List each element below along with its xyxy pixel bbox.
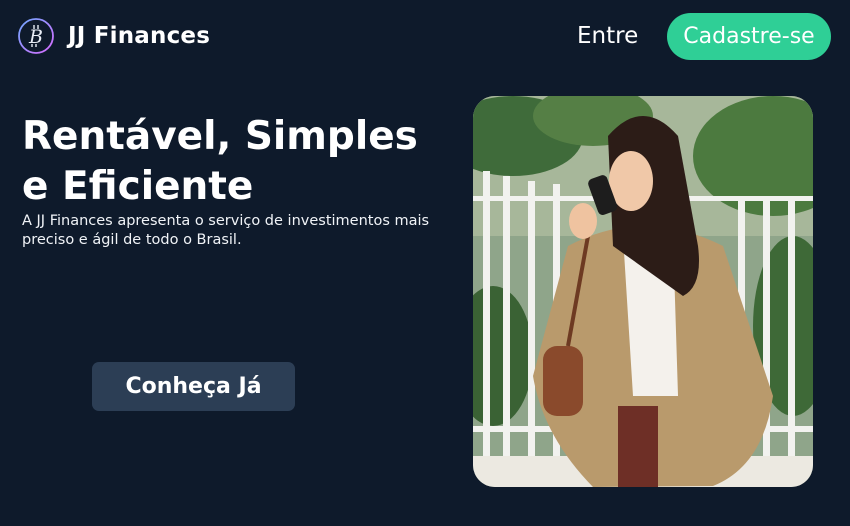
hero-photo [473,96,813,487]
brand-name[interactable]: JJ Finances [68,20,210,52]
learn-more-button[interactable]: Conheça Já [92,362,295,411]
login-link[interactable]: Entre [577,20,638,52]
bitcoin-logo-icon[interactable]: B [16,16,56,56]
hero-headline: Rentável, Simples e Eficiente [22,114,418,209]
woman-on-phone-image [473,96,813,487]
signup-button[interactable]: Cadastre-se [667,13,831,60]
hero-subtitle: A JJ Finances apresenta o serviço de inv… [22,213,430,248]
top-navbar: B JJ Finances Entre Cadastre-se [0,0,850,72]
